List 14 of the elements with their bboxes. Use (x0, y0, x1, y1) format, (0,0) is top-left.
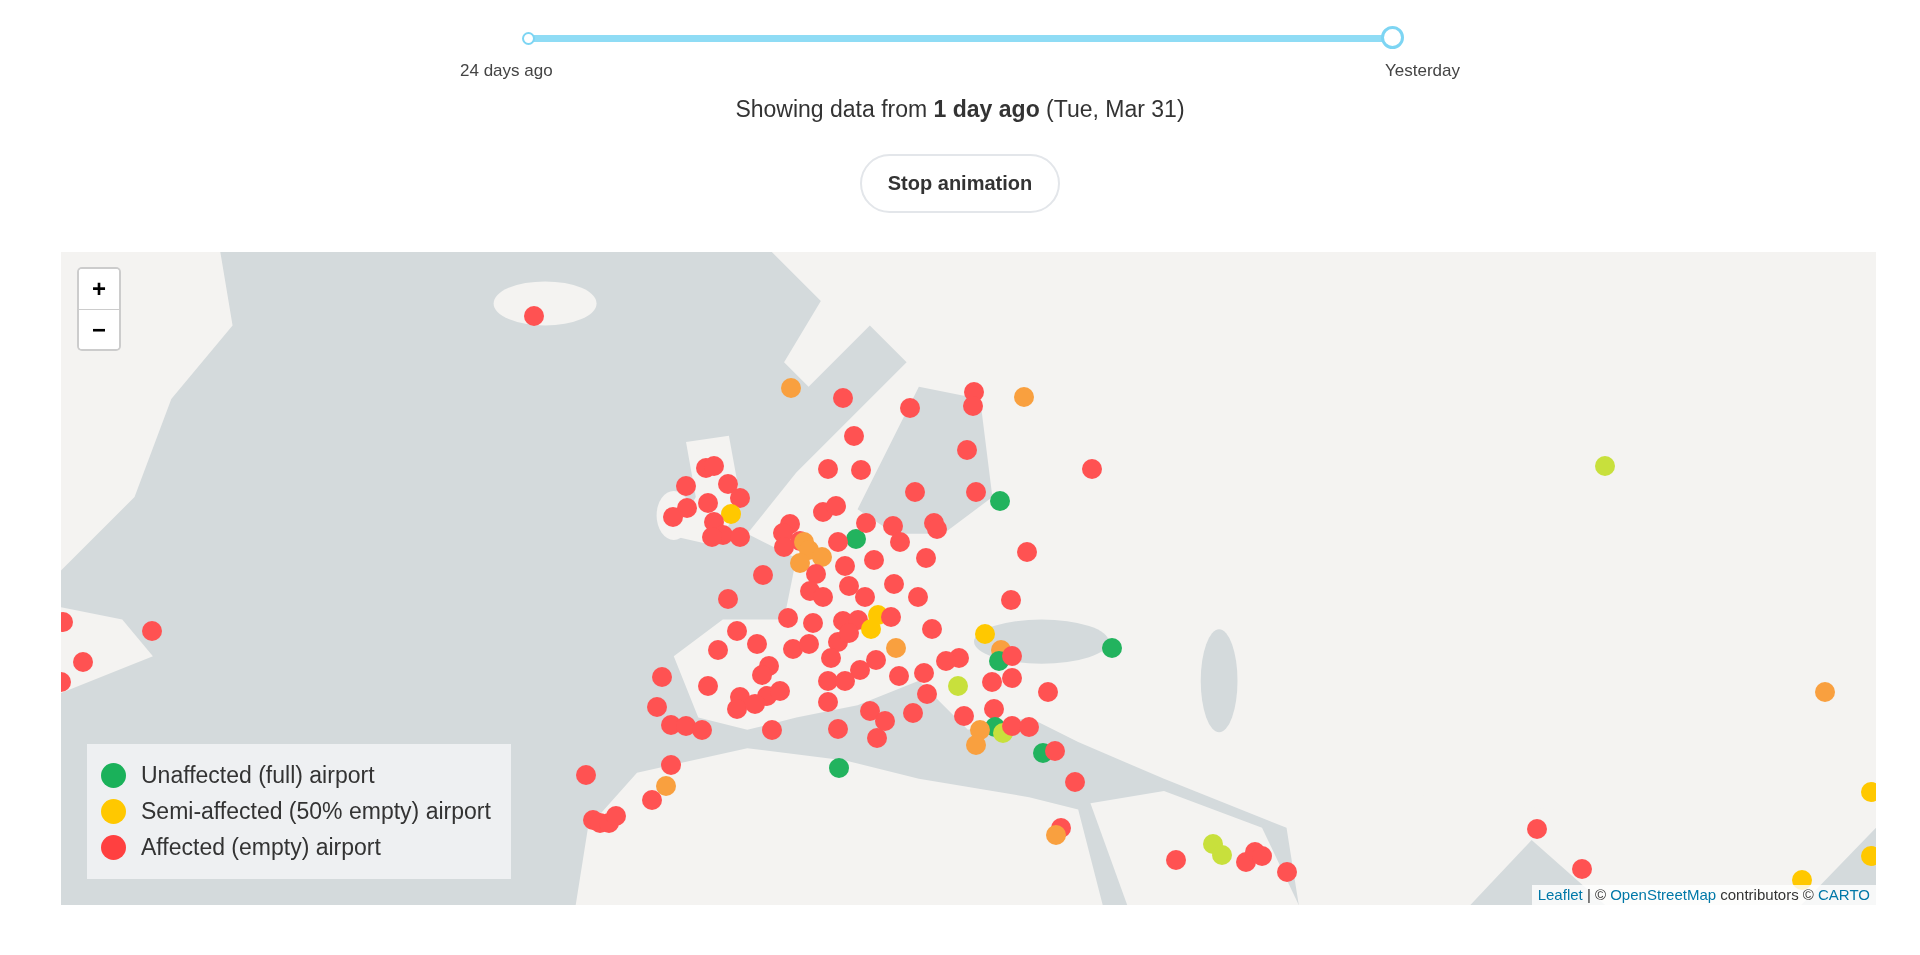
status-text: Showing data from 1 day ago (Tue, Mar 31) (735, 96, 1185, 123)
slider-thumb[interactable] (1381, 26, 1404, 49)
zoom-out-button[interactable]: − (79, 309, 119, 349)
stop-animation-button[interactable]: Stop animation (859, 154, 1061, 213)
legend-label: Unaffected (full) airport (141, 762, 375, 789)
slider-start-label: 24 days ago (460, 61, 553, 81)
legend-label: Affected (empty) airport (141, 834, 381, 861)
slider-start-handle[interactable] (522, 32, 535, 45)
legend-label: Semi-affected (50% empty) airport (141, 798, 491, 825)
attribution-text: Leaflet | © OpenStreetMap contributors © CARTO (1531, 885, 1876, 905)
slider-end-label: Yesterday (1385, 61, 1460, 81)
attribution-link[interactable]: OpenStreetMap (1610, 886, 1717, 903)
attribution-link[interactable]: Leaflet (1537, 886, 1583, 903)
attribution-link[interactable]: CARTO (1818, 886, 1870, 903)
